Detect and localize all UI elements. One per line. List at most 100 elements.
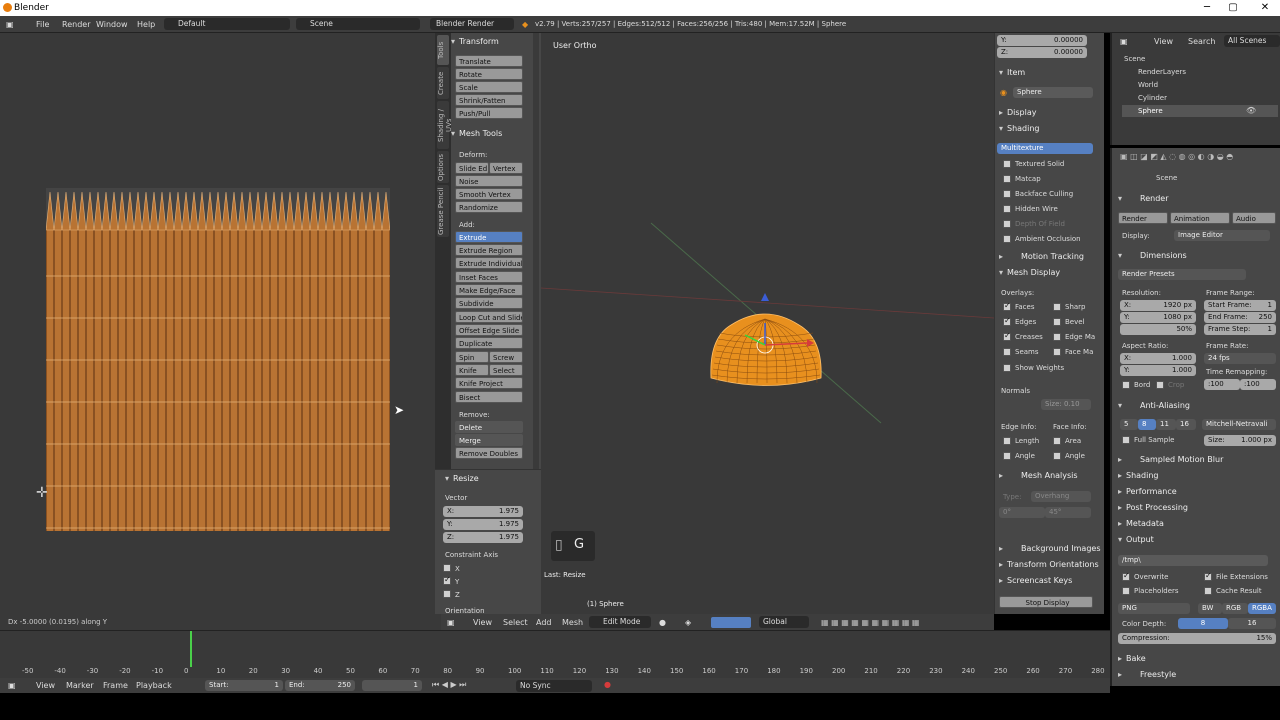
- resolution-percentage-field[interactable]: 50%: [1120, 324, 1196, 335]
- placeholders-checkbox[interactable]: [1122, 587, 1130, 595]
- info-opt-3-checkbox[interactable]: [1053, 452, 1061, 460]
- aa-size-field[interactable]: Size: 1.000 px: [1204, 435, 1276, 446]
- mesh-analysis-header[interactable]: Mesh Analysis: [999, 471, 1078, 480]
- shading-opt-2-checkbox[interactable]: [1003, 190, 1011, 198]
- location-z-field[interactable]: Z: 0.00000: [997, 47, 1087, 58]
- overlay-opt-8-checkbox[interactable]: [1003, 364, 1011, 372]
- playback-controls-icon[interactable]: ⏮ ◀ ▶ ⏭: [432, 680, 466, 690]
- outliner-menu-search[interactable]: Search: [1188, 37, 1215, 46]
- overlay-opt-1-checkbox[interactable]: [1053, 303, 1061, 311]
- timeline-menu-marker[interactable]: Marker: [66, 681, 94, 690]
- remap-old-field[interactable]: :100: [1204, 379, 1240, 390]
- knife-button[interactable]: Knife: [455, 364, 489, 376]
- delete-button[interactable]: Delete: [455, 421, 523, 433]
- tab-grease-pencil[interactable]: Grease Pencil: [437, 185, 449, 237]
- tab-create[interactable]: Create: [437, 67, 449, 99]
- overlay-opt-6-checkbox[interactable]: [1003, 348, 1011, 356]
- duplicate-button[interactable]: Duplicate: [455, 337, 523, 349]
- overlay-opt-7-checkbox[interactable]: [1053, 348, 1061, 356]
- output-path-field[interactable]: /tmp\: [1118, 555, 1268, 566]
- display-panel-header[interactable]: Display: [999, 108, 1037, 117]
- pivot-icon[interactable]: ◈: [685, 618, 691, 627]
- aa-16-button[interactable]: 16: [1176, 419, 1196, 430]
- viewport-menu-view[interactable]: View: [473, 618, 492, 627]
- extrude-region-button[interactable]: Extrude Region: [455, 244, 523, 256]
- manipulator-toggle[interactable]: [711, 617, 751, 628]
- item-panel-header[interactable]: Item: [999, 68, 1025, 77]
- info-opt-2-checkbox[interactable]: [1003, 452, 1011, 460]
- aa-11-button[interactable]: 11: [1156, 419, 1176, 430]
- shading-opt-1-checkbox[interactable]: [1003, 175, 1011, 183]
- uv-image-editor[interactable]: ✛ ➤: [0, 33, 435, 614]
- current-frame-marker[interactable]: [190, 631, 192, 667]
- screencast-keys-header[interactable]: Screencast Keys: [999, 576, 1072, 585]
- full-sample-checkbox[interactable]: [1122, 436, 1130, 444]
- current-frame-field[interactable]: 1: [362, 680, 422, 691]
- shrink-fatten-button[interactable]: Shrink/Fatten: [455, 94, 523, 106]
- overlay-opt-3-checkbox[interactable]: [1053, 318, 1061, 326]
- minimize-icon[interactable]: ─: [1194, 0, 1220, 16]
- motion-tracking-header[interactable]: Motion Tracking: [999, 252, 1084, 261]
- render-panel-header[interactable]: Render: [1118, 194, 1168, 203]
- file-format-dropdown[interactable]: PNG: [1118, 603, 1190, 614]
- normals-size-field[interactable]: Size: 0.10: [1041, 399, 1091, 410]
- metadata-header[interactable]: Metadata: [1118, 519, 1164, 528]
- overlay-opt-2-checkbox[interactable]: [1003, 316, 1011, 326]
- editor-type-icon[interactable]: ▣: [6, 20, 14, 29]
- loop-cut-slide-button[interactable]: Loop Cut and Slide: [455, 311, 523, 323]
- tool-shelf-scrollbar[interactable]: [533, 33, 539, 469]
- remap-new-field[interactable]: :100: [1240, 379, 1276, 390]
- shading-opt-5-checkbox[interactable]: [1003, 235, 1011, 243]
- end-frame-field[interactable]: End Frame: 250: [1204, 312, 1276, 323]
- render-button[interactable]: Render: [1118, 212, 1168, 224]
- color-rgba-button[interactable]: RGBA: [1248, 603, 1276, 614]
- shading-icon[interactable]: ●: [659, 618, 666, 627]
- resolution-y-field[interactable]: Y: 1080 px: [1120, 312, 1196, 323]
- timeline-menu-playback[interactable]: Playback: [136, 681, 172, 690]
- outliner-menu-view[interactable]: View: [1154, 37, 1173, 46]
- freestyle-header[interactable]: Freestyle: [1118, 670, 1176, 679]
- transform-orientations-header[interactable]: Transform Orientations: [999, 560, 1099, 569]
- color-bw-button[interactable]: BW: [1198, 603, 1222, 614]
- make-edge-face-button[interactable]: Make Edge/Face: [455, 284, 523, 296]
- shading-panel-header[interactable]: Shading: [999, 124, 1040, 133]
- compression-field[interactable]: Compression: 15%: [1118, 633, 1276, 644]
- aspect-x-field[interactable]: X: 1.000: [1120, 353, 1196, 364]
- spin-button[interactable]: Spin: [455, 351, 489, 363]
- menu-render[interactable]: Render: [62, 20, 90, 29]
- audio-button[interactable]: Audio: [1232, 212, 1276, 224]
- resize-x-field[interactable]: X: 1.975: [443, 506, 523, 517]
- shading-opt-4-checkbox[interactable]: [1003, 220, 1011, 228]
- tab-tools[interactable]: Tools: [437, 35, 449, 65]
- overwrite-checkbox[interactable]: [1122, 571, 1130, 581]
- output-panel-header[interactable]: Output: [1118, 535, 1154, 544]
- subdivide-button[interactable]: Subdivide: [455, 297, 523, 309]
- viewport-menu-select[interactable]: Select: [503, 618, 528, 627]
- menu-window[interactable]: Window: [96, 20, 128, 29]
- knife-project-button[interactable]: Knife Project: [455, 377, 523, 389]
- translate-button[interactable]: Translate: [455, 55, 523, 67]
- constraint-z-checkbox[interactable]: [443, 590, 451, 598]
- cache-result-checkbox[interactable]: [1204, 587, 1212, 595]
- screw-button[interactable]: Screw: [489, 351, 523, 363]
- shading-header[interactable]: Shading: [1118, 471, 1159, 480]
- viewport-menu-add[interactable]: Add: [536, 618, 552, 627]
- info-opt-0-checkbox[interactable]: [1003, 437, 1011, 445]
- scale-button[interactable]: Scale: [455, 81, 523, 93]
- sampled-motion-blur-header[interactable]: Sampled Motion Blur: [1118, 455, 1223, 464]
- resize-z-field[interactable]: Z: 1.975: [443, 532, 523, 543]
- knife-select-button[interactable]: Select: [489, 364, 523, 376]
- inset-faces-button[interactable]: Inset Faces: [455, 271, 523, 283]
- dimensions-panel-header[interactable]: Dimensions: [1118, 251, 1187, 260]
- animation-button[interactable]: Animation: [1170, 212, 1230, 224]
- mesh-display-header[interactable]: Mesh Display: [999, 268, 1060, 277]
- depth-16-button[interactable]: 16: [1228, 618, 1276, 629]
- viewport-menu-mesh[interactable]: Mesh: [562, 618, 583, 627]
- performance-header[interactable]: Performance: [1118, 487, 1177, 496]
- push-pull-button[interactable]: Push/Pull: [455, 107, 523, 119]
- transform-panel-header[interactable]: Transform: [451, 36, 499, 48]
- mesh-tools-panel-header[interactable]: Mesh Tools: [451, 128, 502, 140]
- sync-dropdown[interactable]: No Sync: [516, 680, 592, 692]
- smooth-vertex-button[interactable]: Smooth Vertex: [455, 188, 523, 200]
- timeline-editor-icon[interactable]: ▣: [8, 681, 16, 690]
